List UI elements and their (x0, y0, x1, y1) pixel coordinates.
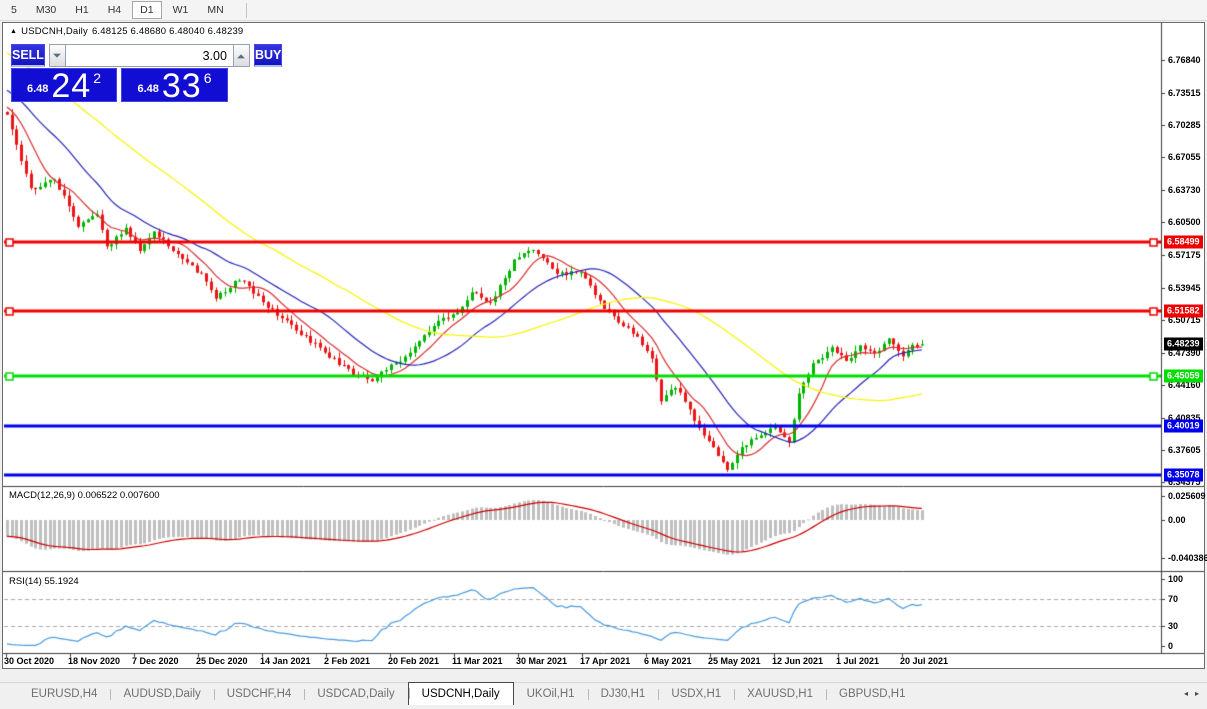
volume-spinner (49, 44, 250, 67)
timeframe-button-5[interactable]: 5 (3, 1, 25, 19)
tab-ukoil-h1[interactable]: UKOil,H1 (514, 684, 588, 705)
volume-input[interactable] (66, 44, 233, 67)
rsi-axis-tick: 100 (1168, 574, 1183, 584)
macd-axis-tick: 0.025609 (1168, 491, 1206, 501)
rsi-axis-tick: 0 (1168, 641, 1173, 651)
price-level-badge: 6.35078 (1164, 469, 1203, 482)
chart-tab-bar: EURUSD,H4AUDUSD,DailyUSDCHF,H4USDCAD,Dai… (0, 682, 1207, 705)
price-axis-tick: 6.60500 (1168, 217, 1201, 227)
macd-label: MACD(12,26,9) 0.006522 0.007600 (9, 490, 160, 501)
price-level-badge: 6.40019 (1164, 419, 1203, 432)
date-axis-label: 7 Dec 2020 (132, 656, 179, 666)
price-chart-canvas[interactable] (3, 23, 1204, 668)
date-axis-label: 30 Mar 2021 (516, 656, 567, 666)
date-axis-label: 20 Feb 2021 (388, 656, 439, 666)
price-axis-tick: 6.57175 (1168, 250, 1201, 260)
price-level-badge: 6.45059 (1164, 369, 1203, 382)
price-level-badge: 6.51582 (1164, 305, 1203, 318)
tab-gbpusd-h1[interactable]: GBPUSD,H1 (826, 684, 918, 705)
tab-dj30-h1[interactable]: DJ30,H1 (588, 684, 659, 705)
macd-axis-tick: -0.040386 (1168, 553, 1207, 563)
chart-header: ▲ USDCNH,Daily 6.48125 6.48680 6.48040 6.4… (10, 26, 247, 37)
sell-price-major: 6.48 (27, 83, 48, 95)
price-axis-tick: 6.73515 (1168, 88, 1201, 98)
rsi-label: RSI(14) 55.1924 (9, 576, 79, 587)
date-axis-label: 1 Jul 2021 (836, 656, 879, 666)
tab-xauusd-h1[interactable]: XAUUSD,H1 (734, 684, 826, 705)
timeframe-button-h4[interactable]: H4 (100, 1, 129, 19)
timeframe-button-mn[interactable]: MN (199, 1, 231, 19)
tab-usdchf-h4[interactable]: USDCHF,H4 (214, 684, 305, 705)
price-axis-tick: 6.37605 (1168, 445, 1201, 455)
timeframe-button-w1[interactable]: W1 (165, 1, 197, 19)
buy-price-pips: 33 (162, 73, 202, 99)
date-axis-label: 2 Feb 2021 (324, 656, 370, 666)
timeframe-button-m30[interactable]: M30 (28, 1, 64, 19)
date-axis-label: 17 Apr 2021 (580, 656, 630, 666)
tab-audusd-daily[interactable]: AUDUSD,Daily (110, 684, 213, 705)
chart-symbol: USDCNH,Daily (21, 26, 88, 37)
rsi-axis-tick: 30 (1168, 621, 1178, 631)
sell-price-pips: 24 (51, 73, 91, 99)
timeframe-button-d1[interactable]: D1 (132, 1, 161, 19)
date-axis-label: 6 May 2021 (644, 656, 692, 666)
sell-button[interactable]: SELL (11, 44, 45, 67)
date-axis-label: 20 Jul 2021 (900, 656, 948, 666)
buy-price-fraction: 6 (204, 70, 212, 86)
chart-window: ▲ USDCNH,Daily 6.48125 6.48680 6.48040 6.4… (2, 22, 1205, 669)
triangle-up-icon (237, 50, 245, 58)
rsi-axis-tick: 70 (1168, 594, 1178, 604)
sell-price-box[interactable]: 6.48 24 2 (11, 68, 117, 102)
chart-ohlc-quote: 6.48125 6.48680 6.48040 6.48239 (92, 26, 243, 37)
price-axis-tick: 6.63730 (1168, 185, 1201, 195)
price-axis-tick: 6.53945 (1168, 283, 1201, 293)
price-level-badge: 6.58499 (1164, 236, 1203, 249)
volume-increase-button[interactable] (233, 44, 250, 67)
price-axis-tick: 6.67055 (1168, 152, 1201, 162)
date-axis-label: 14 Jan 2021 (260, 656, 311, 666)
status-strip (0, 705, 1207, 709)
tab-usdcad-daily[interactable]: USDCAD,Daily (304, 684, 407, 705)
buy-price-major: 6.48 (137, 83, 158, 95)
tab-usdcnh-daily[interactable]: USDCNH,Daily (408, 682, 514, 705)
sell-price-fraction: 2 (93, 70, 101, 86)
price-axis-tick: 6.76840 (1168, 55, 1201, 65)
date-axis-label: 11 Mar 2021 (452, 656, 503, 666)
date-axis-label: 25 May 2021 (708, 656, 761, 666)
tab-eurusd-h4[interactable]: EURUSD,H4 (18, 684, 110, 705)
timeframe-toolbar: 5M30H1H4D1W1MN (0, 0, 1207, 21)
date-axis-label: 12 Jun 2021 (772, 656, 823, 666)
current-price-badge: 6.48239 (1164, 338, 1203, 351)
date-axis-label: 30 Oct 2020 (4, 656, 54, 666)
buy-price-box[interactable]: 6.48 33 6 (121, 68, 228, 102)
triangle-down-icon (53, 53, 61, 61)
price-axis-tick: 6.70285 (1168, 120, 1201, 130)
buy-button[interactable]: BUY (254, 44, 282, 67)
date-axis-label: 18 Nov 2020 (68, 656, 120, 666)
macd-axis-tick: 0.00 (1168, 515, 1186, 525)
date-axis-label: 25 Dec 2020 (196, 656, 248, 666)
tab-scroll-right-icon[interactable]: ▸ (1195, 689, 1199, 698)
tab-usdx-h1[interactable]: USDX,H1 (658, 684, 734, 705)
collapse-icon[interactable]: ▲ (10, 28, 17, 35)
volume-decrease-button[interactable] (49, 44, 66, 67)
toolbar-separator (246, 3, 247, 18)
tab-scroll-left-icon[interactable]: ◂ (1184, 689, 1188, 698)
one-click-trading-panel: SELL BUY 6.48 24 2 6.48 33 6 (11, 44, 228, 102)
timeframe-button-h1[interactable]: H1 (67, 1, 96, 19)
